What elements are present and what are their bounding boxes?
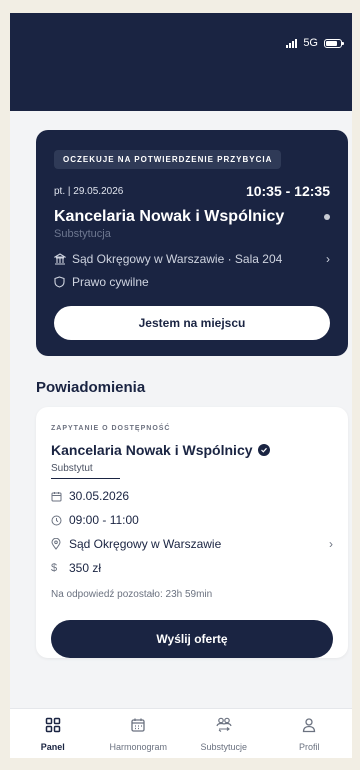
appointment-location-row[interactable]: Sąd Okręgowy w Warszawie · Sala 204 › [54,252,330,266]
shield-icon [54,276,72,288]
notification-card[interactable]: ZAPYTANIE O DOSTĘPNOŚĆ Kancelaria Nowak … [36,407,348,658]
notification-location: Sąd Okręgowy w Warszawie [69,537,222,551]
tab-harmonogram[interactable]: Harmonogram [98,717,178,752]
calendar-icon [130,717,146,738]
bottom-tab-bar: Panel Harmonogram Substytucje Profil [10,708,352,758]
dollar-icon: $ [51,562,58,574]
notification-date: 30.05.2026 [69,489,130,503]
appointment-title: Kancelaria Nowak i Wspólnicy [54,208,285,225]
status-badge: OCZEKUJE NA POTWIERDZENIE PRZYBYCIA [54,150,282,169]
tab-substytucje[interactable]: Substytucje [184,717,264,752]
tab-label: Profil [298,742,320,752]
network-label: 5G [303,37,318,49]
confirm-arrival-button[interactable]: Jestem na miejscu [54,306,330,340]
response-deadline: Na odpowiedź pozostało: 23h 59min [51,589,213,600]
notification-time-row: 09:00 - 11:00 [51,513,333,527]
appointment-subtitle: Substytucja [54,228,111,240]
tab-label: Harmonogram [109,742,168,752]
notification-subtitle: Substytut [51,463,120,479]
appointment-location: Sąd Okręgowy w Warszawie · Sala 204 [72,252,283,266]
clock-icon [51,515,69,526]
chevron-right-icon: › [326,252,330,266]
status-bar: 5G [10,13,352,111]
notification-price-row: $ 350 zł [51,561,333,575]
notification-type-label: ZAPYTANIE O DOSTĘPNOŚĆ [51,425,171,432]
courthouse-icon [54,253,72,265]
appointment-category-row: Prawo cywilne [54,275,330,289]
people-swap-icon [215,717,233,738]
map-pin-icon [51,538,69,550]
appointment-time: 10:35 - 12:35 [245,183,330,199]
tab-label: Substytucje [200,742,248,752]
tab-panel[interactable]: Panel [13,717,93,752]
status-dot-icon [324,214,330,220]
notification-title: Kancelaria Nowak i Wspólnicy [51,442,253,458]
tab-profil[interactable]: Profil [269,717,349,752]
chevron-right-icon: › [329,537,333,551]
appointment-date: pt. | 29.05.2026 [54,185,124,197]
signal-icon [286,38,298,48]
user-icon [301,717,317,738]
calendar-icon [51,491,69,502]
status-indicators: 5G [286,37,344,49]
grid-icon [45,717,61,738]
phone-screen: 5G OCZEKUJE NA POTWIERDZENIE PRZYBYCIA p… [10,13,352,758]
battery-icon [324,38,344,48]
tab-label: Panel [40,742,65,752]
notification-time: 09:00 - 11:00 [69,513,139,527]
notification-location-row[interactable]: Sąd Okręgowy w Warszawie › [51,537,333,551]
notifications-heading: Powiadomienia [36,379,146,396]
appointment-category: Prawo cywilne [72,275,149,289]
send-offer-button[interactable]: Wyślij ofertę [51,620,333,658]
notification-price: 350 zł [69,561,102,575]
main-scroll-area[interactable]: OCZEKUJE NA POTWIERDZENIE PRZYBYCIA pt. … [10,111,352,708]
notification-date-row: 30.05.2026 [51,489,333,503]
upcoming-appointment-card[interactable]: OCZEKUJE NA POTWIERDZENIE PRZYBYCIA pt. … [36,130,348,356]
verified-check-icon [257,444,270,456]
